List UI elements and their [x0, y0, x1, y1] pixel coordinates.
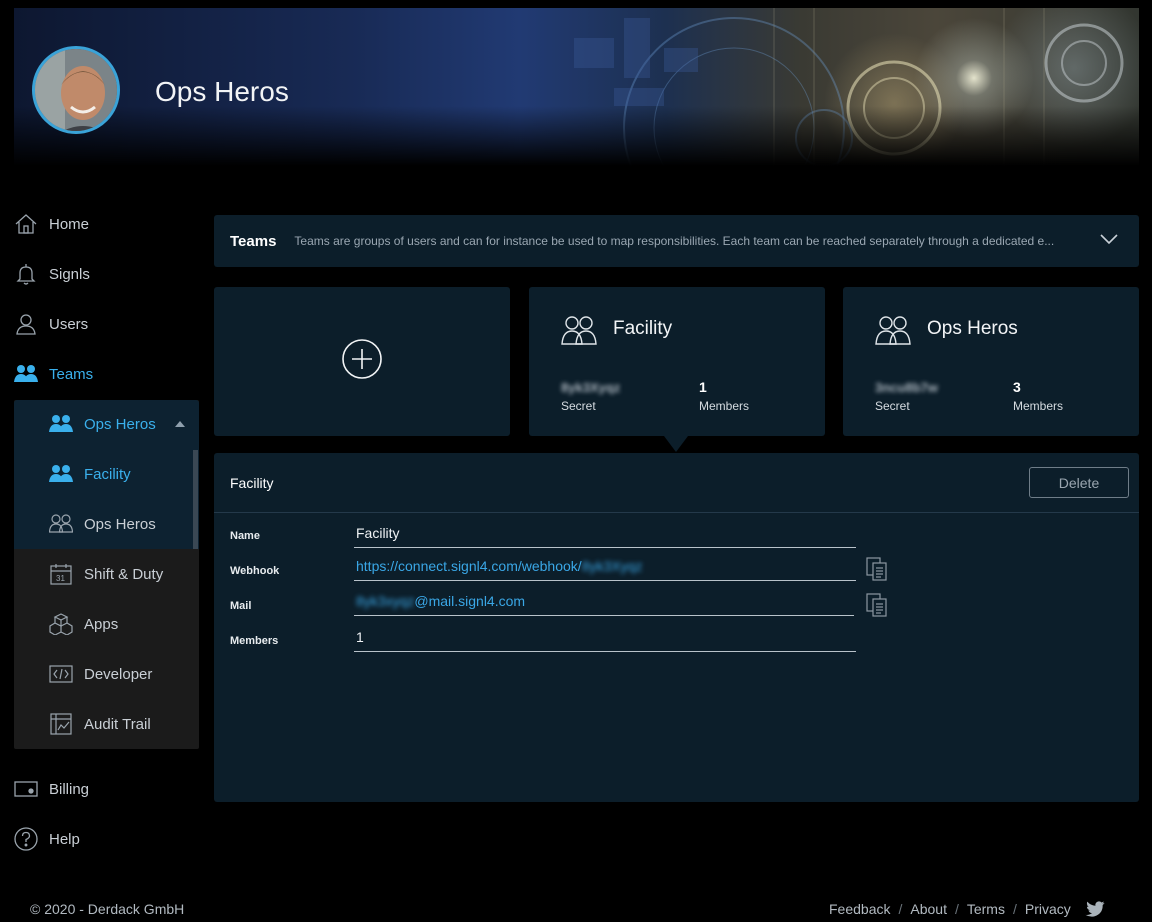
- detail-title: Facility: [230, 475, 274, 491]
- members-value: 1: [356, 629, 364, 645]
- sidebar-item-label: Shift & Duty: [84, 565, 164, 583]
- sidebar-item-label: Ops Heros: [84, 415, 156, 433]
- team-card-members-label: Members: [699, 399, 750, 413]
- sidebar-item-label: Help: [49, 830, 80, 848]
- twitter-icon[interactable]: [1085, 901, 1105, 917]
- copyright: © 2020 - Derdack GmbH: [30, 901, 185, 917]
- team-avatar[interactable]: [32, 46, 120, 134]
- sidebar-item-label: Ops Heros: [84, 515, 156, 533]
- page-title: Ops Heros: [155, 76, 289, 107]
- code-icon: [49, 662, 73, 686]
- name-field[interactable]: Facility: [354, 522, 856, 548]
- sidebar-item-label: Signls: [49, 265, 90, 283]
- copy-icon[interactable]: [866, 557, 888, 586]
- mail-domain: @mail.signl4.com: [414, 593, 526, 609]
- detail-header: Facility Delete: [214, 453, 1139, 513]
- sidebar-item-billing[interactable]: Billing: [14, 764, 199, 814]
- team-card-secret-label: Secret: [561, 399, 596, 413]
- subnav-scrollbar[interactable]: [193, 450, 198, 549]
- mail-local-part: 8yk3xyqz: [356, 593, 415, 609]
- team-card-secret-label: Secret: [875, 399, 910, 413]
- audit-icon: [49, 712, 73, 736]
- bell-icon: [14, 262, 38, 286]
- selected-card-pointer: [664, 436, 688, 452]
- copy-icon[interactable]: [866, 593, 888, 622]
- team-card-members-count: 1: [699, 379, 707, 395]
- footer-links: Feedback / About / Terms / Privacy: [829, 901, 1105, 917]
- add-team-card[interactable]: [214, 287, 510, 436]
- teams-info-bar[interactable]: Teams Teams are groups of users and can …: [214, 215, 1139, 267]
- team-icon: [14, 362, 38, 386]
- terms-link[interactable]: Terms: [967, 901, 1005, 917]
- team-card-secret: 8yk3Xyqz: [561, 380, 621, 395]
- home-icon: [14, 212, 38, 236]
- help-icon: [14, 827, 38, 851]
- sidebar-subitem-audit-trail[interactable]: Audit Trail: [49, 699, 189, 749]
- team-detail-panel: Facility Delete Name Facility Webhook ht…: [214, 453, 1139, 802]
- members-label: Members: [230, 635, 279, 647]
- sidebar-subitem-facility[interactable]: Facility: [49, 449, 189, 499]
- about-link[interactable]: About: [910, 901, 947, 917]
- cubes-icon: [49, 612, 73, 636]
- webhook-field[interactable]: https://connect.signl4.com/webhook/8yk3X…: [354, 555, 856, 581]
- delete-button[interactable]: Delete: [1029, 467, 1129, 498]
- team-outline-icon: [49, 512, 73, 536]
- team-icon: [49, 412, 73, 436]
- user-icon: [14, 312, 38, 336]
- sidebar-item-label: Facility: [84, 465, 131, 483]
- team-outline-icon: [875, 315, 911, 352]
- team-outline-icon: [561, 315, 597, 352]
- sidebar-subitem-apps[interactable]: Apps: [49, 599, 189, 649]
- sidebar-item-home[interactable]: Home: [14, 199, 199, 249]
- team-card-secret: 3ncu8b7w: [875, 380, 938, 395]
- team-icon: [49, 462, 73, 486]
- chevron-down-icon[interactable]: [1099, 232, 1119, 251]
- sidebar-item-label: Audit Trail: [84, 715, 151, 733]
- sidebar-subitem-ops-heros-group[interactable]: Ops Heros: [49, 399, 189, 449]
- sidebar-item-label: Developer: [84, 665, 153, 683]
- svg-text:31: 31: [56, 574, 65, 583]
- teams-description: Teams are groups of users and can for in…: [294, 234, 1055, 248]
- card-icon: [14, 777, 38, 801]
- sidebar-item-label: Apps: [84, 615, 119, 633]
- sidebar-subitem-developer[interactable]: Developer: [49, 649, 189, 699]
- divider: /: [954, 901, 959, 917]
- sidebar-item-signls[interactable]: Signls: [14, 249, 199, 299]
- feedback-link[interactable]: Feedback: [829, 901, 890, 917]
- privacy-link[interactable]: Privacy: [1025, 901, 1071, 917]
- team-card-members-label: Members: [1013, 399, 1064, 413]
- webhook-label: Webhook: [230, 565, 280, 577]
- webhook-secret: 8yk3Xyqz: [581, 558, 643, 574]
- sidebar-item-label: Billing: [49, 780, 90, 798]
- team-card-name: Ops Heros: [927, 318, 1018, 339]
- sidebar-item-help[interactable]: Help: [14, 814, 199, 864]
- sidebar-item-label: Users: [49, 315, 89, 333]
- sidebar-subitem-ops-heros[interactable]: Ops Heros: [49, 499, 189, 549]
- team-card-facility[interactable]: Facility 8yk3Xyqz Secret 1 Members: [529, 287, 825, 436]
- divider: /: [1012, 901, 1017, 917]
- team-card-name: Facility: [613, 318, 673, 339]
- webhook-url[interactable]: https://connect.signl4.com/webhook/: [356, 558, 582, 574]
- teams-title: Teams: [230, 232, 277, 250]
- name-value: Facility: [356, 525, 400, 541]
- name-label: Name: [230, 530, 260, 542]
- sidebar-item-label: Home: [49, 215, 90, 233]
- divider: /: [898, 901, 903, 917]
- members-field[interactable]: 1: [354, 626, 856, 652]
- mail-label: Mail: [230, 600, 252, 612]
- mail-field[interactable]: 8yk3xyqz@mail.signl4.com: [354, 590, 854, 616]
- team-card-members-count: 3: [1013, 379, 1021, 395]
- sidebar-item-teams[interactable]: Teams: [14, 349, 199, 399]
- sidebar-item-label: Teams: [49, 365, 94, 383]
- team-card-ops-heros[interactable]: Ops Heros 3ncu8b7w Secret 3 Members: [843, 287, 1139, 436]
- sidebar-subitem-shift-duty[interactable]: 31 Shift & Duty: [49, 549, 189, 599]
- calendar-icon: 31: [49, 562, 73, 586]
- plus-circle-icon[interactable]: [341, 338, 383, 385]
- sidebar-item-users[interactable]: Users: [14, 299, 199, 349]
